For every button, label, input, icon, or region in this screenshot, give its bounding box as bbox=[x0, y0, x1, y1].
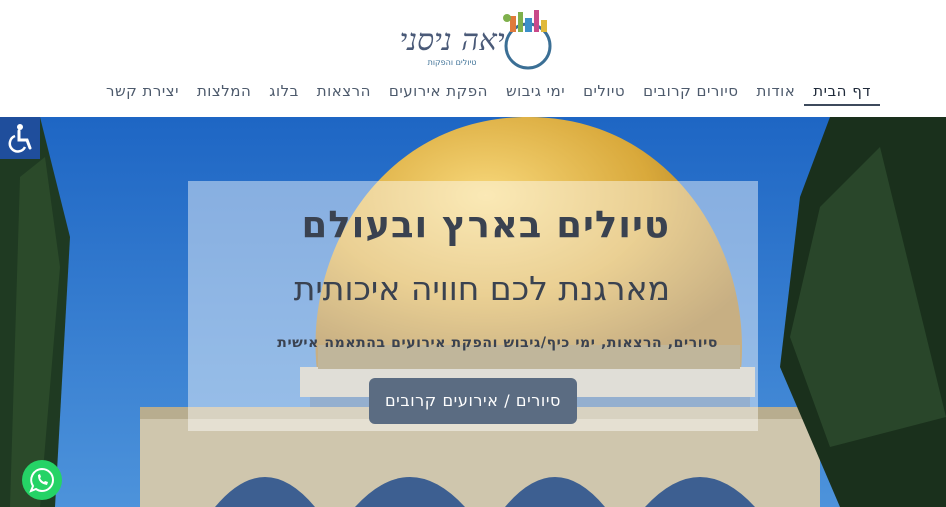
site-header: יאה ניסני טיולים והפקות דף הבית אודות סיור… bbox=[0, 0, 946, 117]
nav-item-5[interactable]: הפקת אירועים bbox=[380, 78, 497, 106]
site-logo[interactable]: יאה ניסני טיולים והפקות bbox=[392, 6, 552, 70]
hero-section: טיולים בארץ ובעולם מארגנת לכם חוויה איכו… bbox=[0, 117, 946, 507]
main-nav: דף הבית אודות סיורים קרובים טיולים ימי גיבוש… bbox=[97, 78, 880, 106]
whatsapp-icon bbox=[29, 467, 54, 493]
hero-subtitle: מארגנת לכם חוויה איכותית bbox=[293, 269, 670, 308]
nav-item-0[interactable]: דף הבית bbox=[804, 78, 880, 106]
nav-item-1[interactable]: אודות bbox=[748, 78, 805, 106]
logo-title: יאה ניסני bbox=[399, 23, 505, 58]
hero-title: טיולים בארץ ובעולם bbox=[301, 203, 670, 246]
nav-item-4[interactable]: ימי גיבוש bbox=[497, 78, 574, 106]
nav-item-6[interactable]: הרצאות bbox=[308, 78, 380, 106]
whatsapp-button[interactable] bbox=[22, 460, 62, 500]
nav-item-3[interactable]: טיולים bbox=[574, 78, 634, 106]
logo-subtitle: טיולים והפקות bbox=[427, 58, 477, 67]
wheelchair-icon bbox=[8, 124, 32, 153]
upcoming-tours-button[interactable]: סיורים / אירועים קרובים bbox=[369, 378, 577, 424]
accessibility-button[interactable] bbox=[0, 117, 40, 159]
logo-city-icon bbox=[503, 10, 552, 70]
nav-item-9[interactable]: יצירת קשר bbox=[97, 78, 188, 106]
nav-item-2[interactable]: סיורים קרובים bbox=[634, 78, 747, 106]
nav-item-7[interactable]: בלוג bbox=[260, 78, 307, 106]
nav-item-8[interactable]: המלצות bbox=[188, 78, 260, 106]
hero-description: סיורים, הרצאות, ימי כיף/גיבוש והפקת אירו… bbox=[277, 335, 718, 351]
